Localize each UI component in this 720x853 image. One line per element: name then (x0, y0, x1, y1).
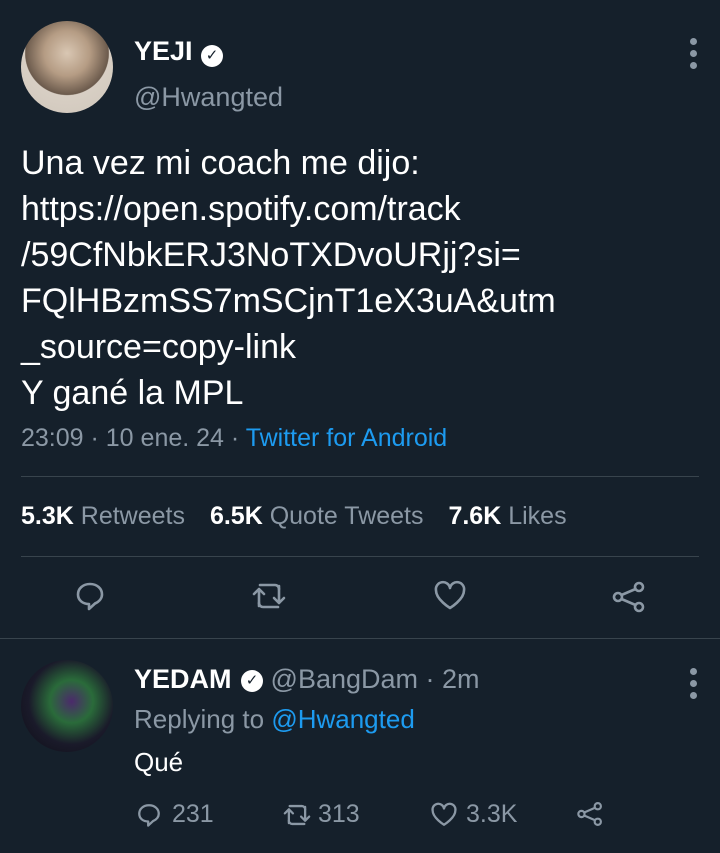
author-avatar[interactable] (21, 21, 113, 113)
author-handle[interactable]: @Hwangted (134, 82, 283, 113)
reply-text: Qué (134, 747, 184, 777)
retweets-count: 5.3K (21, 502, 74, 530)
more-vertical-icon-dot (690, 50, 697, 57)
tweet-source-link[interactable]: Twitter for Android (246, 424, 447, 452)
reply-more-options-button[interactable] (690, 668, 697, 704)
reply-bubble-icon (76, 582, 104, 611)
replying-prefix: Replying to (134, 704, 265, 734)
retweet-icon (252, 583, 286, 609)
reply-share-button[interactable] (576, 800, 604, 833)
author-name-row[interactable]: YEJI ✓ (134, 36, 223, 67)
tweet-stats: 5.3K Retweets 6.5K Quote Tweets 7.6K Lik… (21, 502, 567, 531)
divider (21, 476, 699, 477)
author-name[interactable]: YEJI (134, 36, 193, 66)
heart-icon (431, 802, 457, 826)
reply-header: YEDAM ✓ @BangDam · 2m (134, 664, 480, 695)
reply-retweet-button[interactable]: 313 (282, 800, 360, 829)
quotes-label: Quote Tweets (269, 502, 424, 530)
more-vertical-icon (690, 668, 697, 675)
reply-author-avatar[interactable] (21, 660, 113, 752)
divider (21, 556, 699, 557)
retweet-count: 313 (318, 800, 360, 828)
heart-icon (434, 580, 466, 610)
replying-to-line: Replying to @Hwangted (134, 704, 415, 735)
more-vertical-icon-dot (690, 680, 697, 687)
retweets-stat[interactable]: 5.3K Retweets (21, 502, 185, 530)
reply-count: 231 (172, 800, 214, 828)
meta-separator: · (223, 424, 246, 452)
like-button[interactable] (433, 580, 467, 612)
tweet-date: 10 ene. 24 (105, 424, 224, 452)
reply-time-ago: · 2m (425, 664, 480, 694)
more-options-button[interactable] (690, 38, 697, 74)
retweets-label: Retweets (80, 502, 185, 530)
reply-bubble-icon (138, 803, 160, 827)
reply-like-button[interactable]: 3.3K (430, 800, 517, 829)
retweet-icon (283, 804, 311, 825)
more-vertical-icon-dot (690, 62, 697, 69)
share-icon (577, 802, 602, 826)
meta-separator: · (83, 424, 106, 452)
quotes-stat[interactable]: 6.5K Quote Tweets (210, 502, 424, 530)
reply-button[interactable] (74, 580, 106, 612)
likes-count: 7.6K (448, 502, 502, 530)
share-icon (612, 581, 645, 613)
reply-reply-button[interactable]: 231 (136, 800, 214, 829)
more-vertical-icon-dot (690, 692, 697, 699)
replying-to-mention[interactable]: @Hwangted (271, 704, 414, 734)
retweet-button[interactable] (251, 580, 287, 612)
like-count: 3.3K (466, 800, 518, 828)
reply-author-name[interactable]: YEDAM (134, 664, 232, 694)
tweet-meta: 23:09 · 10 ene. 24 · Twitter for Android (21, 424, 447, 453)
more-vertical-icon (690, 38, 697, 45)
verified-badge-icon: ✓ (201, 44, 223, 67)
likes-label: Likes (508, 502, 567, 530)
quotes-count: 6.5K (209, 502, 263, 530)
share-button[interactable] (611, 580, 647, 614)
verified-badge-icon: ✓ (241, 669, 264, 692)
tweet-text: Una vez mi coach me dijo: https://open.s… (21, 144, 556, 412)
likes-stat[interactable]: 7.6K Likes (448, 502, 566, 530)
tweet-time: 23:09 (21, 424, 84, 452)
reply-author-handle[interactable]: @BangDam (271, 664, 418, 694)
section-divider (0, 638, 720, 639)
